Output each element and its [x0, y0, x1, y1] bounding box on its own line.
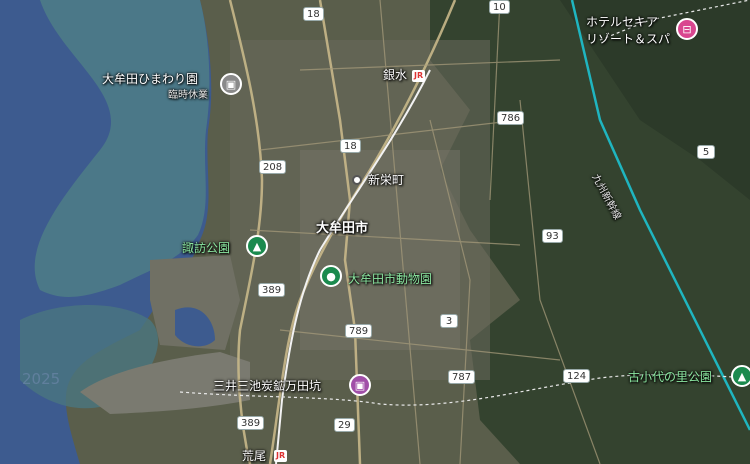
route-shield: 29 [334, 418, 355, 432]
route-shield: 786 [497, 111, 525, 125]
station-label-shineimachi[interactable]: 新栄町 [368, 173, 404, 187]
place-label-kogoshiro[interactable]: 古小代の里公園 [628, 370, 712, 384]
station-label-arao[interactable]: 荒尾 [242, 449, 266, 463]
route-shield: 18 [340, 139, 361, 153]
route-shield: 18 [303, 7, 324, 21]
station-marker-icon[interactable] [352, 175, 362, 185]
route-shield: 389 [237, 416, 265, 430]
imagery-watermark: 2025 [22, 370, 61, 388]
park-tree-icon[interactable]: ▲ [731, 365, 750, 387]
route-shield: 10 [489, 0, 510, 14]
station-label-ginsui[interactable]: 銀水 [383, 68, 407, 82]
place-label-suwa-park[interactable]: 諏訪公園 [182, 241, 230, 255]
route-shield: 124 [563, 369, 591, 383]
route-shield: 389 [258, 283, 286, 297]
route-shield: 789 [345, 324, 373, 338]
place-label-himawari[interactable]: 大牟田ひまわり園 [102, 72, 198, 86]
zoo-paw-icon[interactable]: ● [320, 265, 342, 287]
place-label-mine[interactable]: 三井三池炭鉱万田坑 [213, 379, 321, 393]
facility-icon[interactable]: ▣ [220, 73, 242, 95]
place-note-himawari: 臨時休業 [168, 90, 208, 101]
place-label-zoo[interactable]: 大牟田市動物園 [348, 272, 432, 286]
park-tree-icon[interactable]: ▲ [246, 235, 268, 257]
city-label-omuta: 大牟田市 [316, 221, 369, 236]
place-label-hotel-line2[interactable]: リゾート＆スパ [586, 32, 670, 46]
jr-badge: JR [412, 70, 426, 82]
place-label-hotel-line1[interactable]: ホテルセキア [586, 15, 658, 29]
map-canvas[interactable]: 18 10 786 5 18 208 93 389 3 789 787 124 … [0, 0, 750, 464]
route-shield: 93 [542, 229, 563, 243]
museum-icon[interactable]: ▣ [349, 374, 371, 396]
jr-badge: JR [274, 450, 288, 462]
satellite-base [0, 0, 750, 464]
route-shield: 208 [259, 160, 287, 174]
route-shield: 787 [448, 370, 476, 384]
hotel-bed-icon[interactable]: ⊟ [676, 18, 698, 40]
route-shield: 3 [440, 314, 458, 328]
route-shield: 5 [697, 145, 715, 159]
